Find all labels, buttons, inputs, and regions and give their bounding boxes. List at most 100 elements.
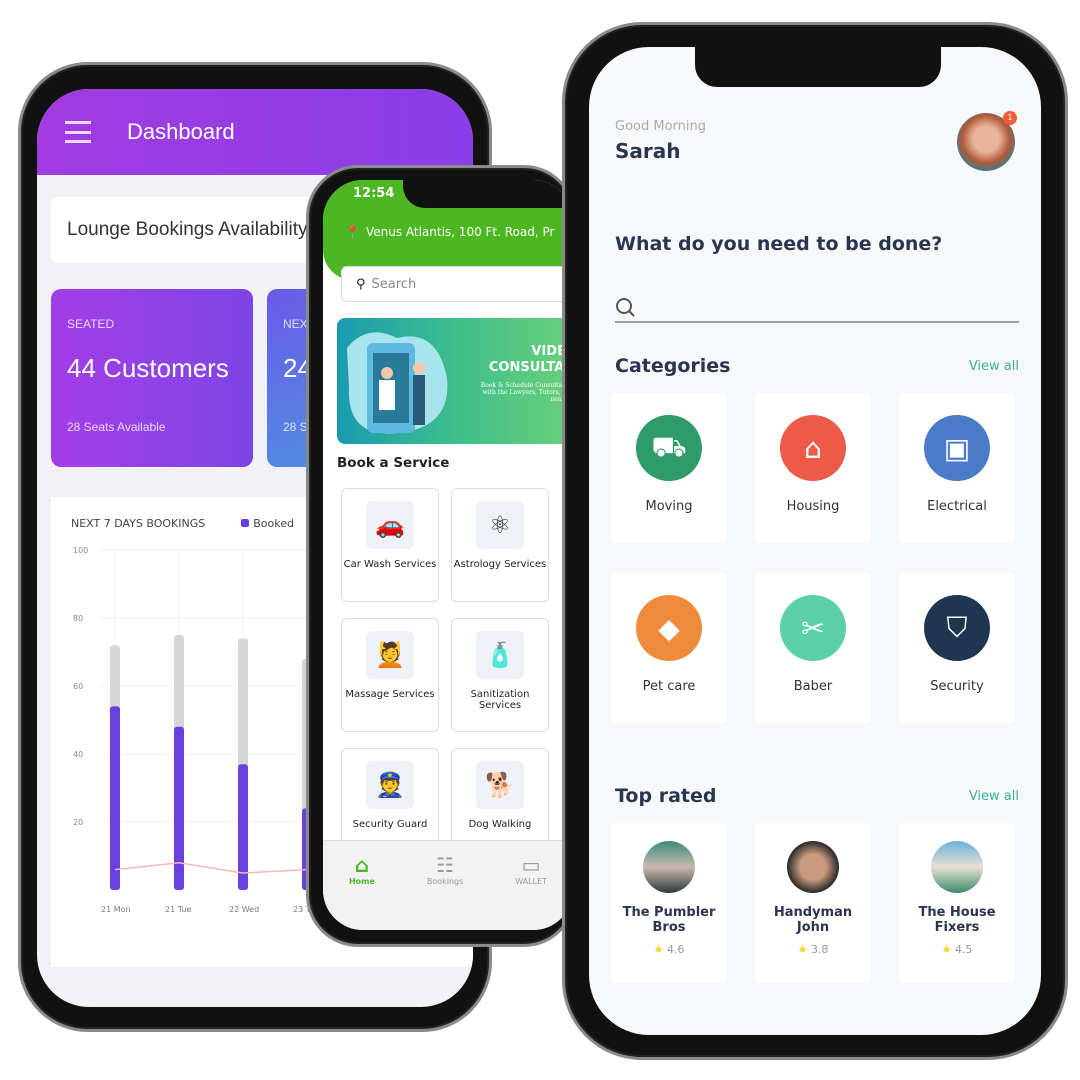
view-all-categories[interactable]: View all <box>969 359 1019 374</box>
category-baber[interactable]: ✂ Baber <box>755 573 871 723</box>
provider-avatar <box>643 841 695 893</box>
service-label: Astrology Services <box>453 559 547 570</box>
category-label: Housing <box>786 499 840 514</box>
notch <box>403 180 573 208</box>
seated-card[interactable]: SEATED 44 Customers 28 Seats Available <box>51 289 253 467</box>
home-services-screen: Good Morning Sarah 1 What do you need to… <box>589 47 1041 1035</box>
provider-rating: ★ 3.8 <box>797 943 829 956</box>
atom-icon: ⚛ <box>476 501 524 549</box>
provider-name: The Pumbler Bros <box>622 905 716 935</box>
service-label: Sanitization Services <box>470 689 530 711</box>
category-label: Pet care <box>642 679 696 694</box>
search-input[interactable] <box>615 283 1019 323</box>
avatar[interactable]: 1 <box>957 111 1017 171</box>
services-screen: 12:54 📍 Venus Atlantis, 100 Ft. Road, Pr … <box>323 180 573 930</box>
service-label: Massage Services <box>345 689 435 700</box>
categories-title: Categories <box>615 355 731 377</box>
home-icon: ⌂ <box>354 853 370 877</box>
provider-card[interactable]: The House Fixers ★ 4.5 <box>899 823 1015 983</box>
video-consultation-banner[interactable]: VIDEO CONSULTATI Book & Schedule Consulta… <box>337 318 573 444</box>
service-label: Dog Walking <box>468 819 532 830</box>
massage-icon: 💆 <box>366 631 414 679</box>
star-icon: ★ <box>797 943 808 956</box>
banner-title-line: CONSULTATI <box>488 360 573 375</box>
service-card[interactable]: 🚗 Car Wash Services <box>341 488 439 602</box>
doctor-illustration <box>347 332 448 434</box>
nav-home[interactable]: ⌂ Home <box>349 853 375 930</box>
service-card[interactable]: 🧴 Sanitization Services <box>451 618 549 732</box>
service-label: Car Wash Services <box>343 559 437 570</box>
y-tick-label: 60 <box>73 682 83 691</box>
bottom-nav: ⌂ Home ☷ Bookings ▭ WALLET <box>323 840 573 930</box>
scissors-icon: ✂ <box>780 595 846 661</box>
service-card[interactable]: 💆 Massage Services <box>341 618 439 732</box>
home-services-phone: Good Morning Sarah 1 What do you need to… <box>562 22 1068 1060</box>
star-icon: ★ <box>653 943 664 956</box>
greeting: Good Morning <box>615 119 706 134</box>
page-title: Dashboard <box>127 119 235 144</box>
search-placeholder: Search <box>371 276 417 292</box>
provider-name: Handyman John <box>773 905 853 935</box>
truck-icon: ⛟ <box>636 415 702 481</box>
x-tick-label: 21 Mon <box>101 905 131 914</box>
search-icon: ⚲ <box>356 276 366 292</box>
service-card[interactable]: ⚛ Astrology Services <box>451 488 549 602</box>
chart-legend: Booked <box>241 517 294 530</box>
category-label: Baber <box>793 679 833 694</box>
star-icon: ★ <box>941 943 952 956</box>
dashboard-header: Dashboard <box>37 89 473 175</box>
category-label: Moving <box>645 499 693 514</box>
category-electrical[interactable]: ▣ Electrical <box>899 393 1015 543</box>
nav-label: Home <box>348 877 375 886</box>
prompt-heading: What do you need to be done? <box>615 233 943 255</box>
provider-card[interactable]: Handyman John ★ 3.8 <box>755 823 871 983</box>
legend-label: Booked <box>253 517 294 530</box>
menu-icon[interactable] <box>65 121 91 143</box>
banner-title-line: VIDEO <box>531 344 573 359</box>
search-input[interactable]: ⚲ Search <box>341 266 573 302</box>
car-wash-icon: 🚗 <box>366 501 414 549</box>
shield-icon: ⛉ <box>924 595 990 661</box>
card-sub: 28 Seats Available <box>67 420 166 434</box>
booked-bar <box>238 764 248 890</box>
provider-name: The House Fixers <box>918 905 996 935</box>
x-tick-label: 21 Tue <box>165 905 191 914</box>
category-label: Electrical <box>927 499 987 514</box>
nav-label: WALLET <box>515 877 548 886</box>
spray-icon: 🧴 <box>476 631 524 679</box>
category-housing[interactable]: ⌂ Housing <box>755 393 871 543</box>
chart-title: NEXT 7 DAYS BOOKINGS <box>71 517 206 530</box>
pet-icon: ◆ <box>636 595 702 661</box>
y-tick-label: 40 <box>73 750 83 759</box>
location-text: Venus Atlantis, 100 Ft. Road, Pr <box>365 225 555 239</box>
provider-rating: ★ 4.5 <box>941 943 973 956</box>
services-phone: 12:54 📍 Venus Atlantis, 100 Ft. Road, Pr … <box>306 165 576 947</box>
nav-label: Bookings <box>426 877 464 886</box>
booked-bar <box>110 706 120 890</box>
view-all-top-rated[interactable]: View all <box>969 789 1019 804</box>
provider-card[interactable]: The Pumbler Bros ★ 4.6 <box>611 823 727 983</box>
nav-bookings[interactable]: ☷ Bookings <box>427 853 463 930</box>
user-name: Sarah <box>615 139 681 163</box>
category-moving[interactable]: ⛟ Moving <box>611 393 727 543</box>
search-icon <box>616 298 635 317</box>
nav-wallet[interactable]: ▭ WALLET <box>515 853 547 930</box>
wallet-icon: ▭ <box>521 853 541 877</box>
y-tick-label: 100 <box>73 546 88 555</box>
category-label: Security <box>930 679 984 694</box>
chip-icon: ▣ <box>924 415 990 481</box>
guard-icon: 👮 <box>366 761 414 809</box>
y-tick-label: 20 <box>73 818 83 827</box>
dog-walk-icon: 🐕 <box>476 761 524 809</box>
provider-avatar <box>787 841 839 893</box>
service-label: Security Guard <box>352 819 428 830</box>
banner-description: Book & Schedule Consultations with the L… <box>480 382 573 403</box>
notch <box>695 47 941 87</box>
category-security[interactable]: ⛉ Security <box>899 573 1015 723</box>
house-icon: ⌂ <box>780 415 846 481</box>
category-pet-care[interactable]: ◆ Pet care <box>611 573 727 723</box>
notification-badge: 1 <box>1003 111 1017 125</box>
card-value: 44 Customers <box>67 353 229 383</box>
location[interactable]: 📍 Venus Atlantis, 100 Ft. Road, Pr <box>345 225 573 239</box>
provider-rating: ★ 4.6 <box>653 943 685 956</box>
